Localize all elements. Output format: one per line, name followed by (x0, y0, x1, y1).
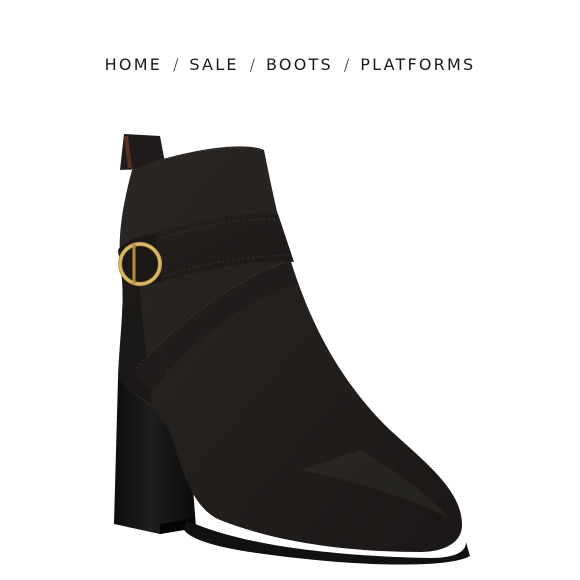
ankle-boot-image[interactable] (0, 0, 580, 580)
